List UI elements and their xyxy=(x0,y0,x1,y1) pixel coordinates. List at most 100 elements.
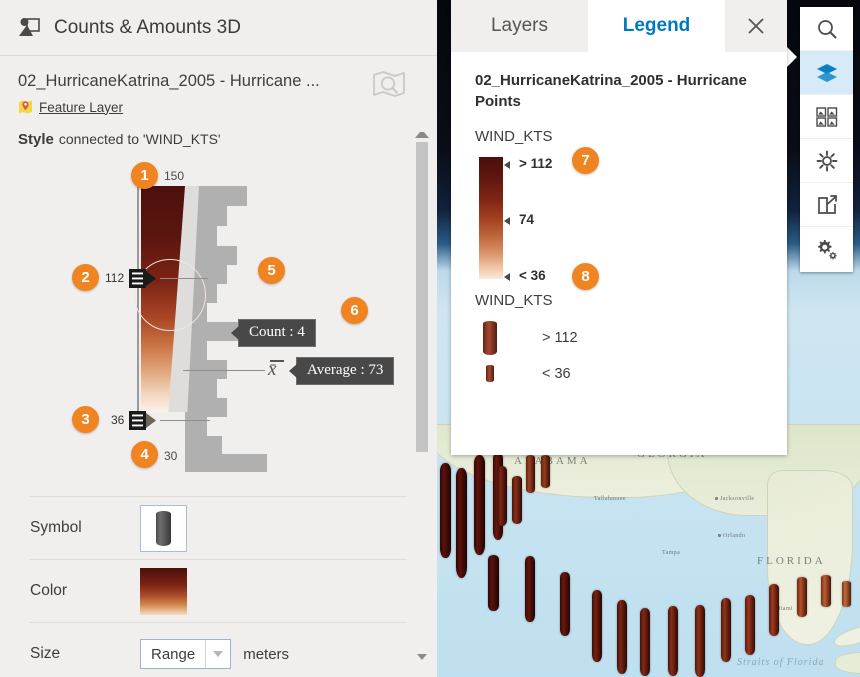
map-hurricane-cylinder[interactable] xyxy=(497,466,507,526)
scroll-up-arrow[interactable] xyxy=(415,124,429,138)
map-hurricane-cylinder[interactable] xyxy=(640,608,650,676)
map-hurricane-cylinder[interactable] xyxy=(525,556,535,622)
image-layer-icon xyxy=(19,18,40,36)
close-panel-button[interactable] xyxy=(725,0,787,52)
map-hurricane-cylinder[interactable] xyxy=(456,468,467,578)
histogram-bar xyxy=(185,436,222,454)
share-icon xyxy=(817,194,837,214)
map-landmass-cuba xyxy=(835,652,860,674)
size-mode-select[interactable]: Range xyxy=(140,639,232,669)
symbol-swatch-button[interactable] xyxy=(140,504,187,552)
map-hurricane-cylinder[interactable] xyxy=(560,572,570,636)
map-hurricane-cylinder[interactable] xyxy=(721,598,731,662)
style-label: Style xyxy=(18,131,54,148)
legend-size-label-large: > 112 xyxy=(542,330,578,346)
annotation-badge-6: 6 xyxy=(341,297,368,324)
map-hurricane-cylinder[interactable] xyxy=(745,595,755,655)
legend-size-label-small: < 36 xyxy=(542,365,571,382)
count-callout: Count : 4 xyxy=(231,319,316,347)
property-row-size: Size Range meters xyxy=(30,622,407,677)
feature-layer-row[interactable]: Feature Layer xyxy=(18,99,419,115)
search-icon xyxy=(817,19,836,38)
map-hurricane-cylinder[interactable] xyxy=(440,463,451,558)
search-tool-button[interactable] xyxy=(800,7,853,51)
annotation-badge-5: 5 xyxy=(258,257,285,284)
map-hurricane-cylinder[interactable] xyxy=(821,575,831,607)
layer-info-block: 02_HurricaneKatrina_2005 - Hurricane ...… xyxy=(0,56,437,115)
average-callout: Average : 73 xyxy=(288,357,395,385)
map-hurricane-cylinder[interactable] xyxy=(592,590,602,662)
legend-panel: Layers Legend 02_HurricaneKatrina_2005 -… xyxy=(451,0,787,455)
map-hurricane-cylinder[interactable] xyxy=(526,455,535,493)
legend-size-item-small: < 36 xyxy=(486,365,571,382)
panel-header: Counts & Amounts 3D xyxy=(0,0,437,56)
tab-legend[interactable]: Legend xyxy=(588,0,725,52)
legend-color-ramp-bar xyxy=(479,157,503,279)
axis-max-label: 150 xyxy=(164,169,185,183)
map-hurricane-cylinder[interactable] xyxy=(617,600,627,674)
legend-ramp-label-low: < 36 xyxy=(519,268,546,283)
map-hurricane-cylinder[interactable] xyxy=(668,606,678,676)
annotation-badge-1: 1 xyxy=(131,162,158,189)
property-row-symbol: Symbol xyxy=(30,496,407,559)
legend-color-ramp: > 112 74 < 36 7 8 xyxy=(475,147,763,290)
map-hurricane-cylinder[interactable] xyxy=(474,455,485,555)
annotation-badge-7: 7 xyxy=(572,147,599,174)
map-hurricane-cylinder[interactable] xyxy=(541,455,550,488)
histogram-slider[interactable]: 1 150 2 3 4 30 5 6 112 36 Count: 4 x̄ A… xyxy=(0,154,437,474)
share-tool-button[interactable] xyxy=(800,183,853,227)
property-row-color: Color xyxy=(30,559,407,622)
style-heading: Style connected to 'WIND_KTS' xyxy=(0,115,437,148)
scrollbar-thumb[interactable] xyxy=(416,142,428,452)
histogram-bar xyxy=(185,454,267,472)
annotation-badge-4: 4 xyxy=(131,441,158,468)
slider-leader-low xyxy=(160,420,210,421)
scroll-down-arrow[interactable] xyxy=(415,650,429,664)
zoom-to-layer-icon[interactable] xyxy=(371,68,407,101)
legend-ramp-label-mid: 74 xyxy=(519,212,535,227)
legend-ramp-tick xyxy=(504,273,510,281)
analysis-icon xyxy=(816,150,837,171)
panel-scrollbar[interactable] xyxy=(415,124,429,664)
legend-layer-title: 02_HurricaneKatrina_2005 - Hurricane Poi… xyxy=(475,72,747,110)
map-label-tampa: Tampa xyxy=(662,550,681,556)
panel-pointer-nub xyxy=(786,46,797,68)
right-toolbar xyxy=(800,7,853,272)
analysis-tool-button[interactable] xyxy=(800,139,853,183)
basemap-gallery-tool-button[interactable] xyxy=(800,95,853,139)
map-hurricane-cylinder[interactable] xyxy=(797,577,807,617)
map-hurricane-cylinder[interactable] xyxy=(695,605,705,677)
legend-ramp-label-high: > 112 xyxy=(519,156,553,171)
legend-size-symbols: > 112 < 36 xyxy=(475,317,763,422)
layer-title: 02_HurricaneKatrina_2005 - Hurricane ... xyxy=(18,72,320,90)
annotation-badge-8: 8 xyxy=(572,263,599,290)
size-label: Size xyxy=(30,645,61,662)
chevron-down-icon[interactable] xyxy=(205,640,230,668)
map-city-dot xyxy=(715,497,718,500)
size-units-label: meters xyxy=(243,645,290,663)
slider-thumb-high[interactable] xyxy=(129,269,157,288)
slider-value-high: 112 xyxy=(105,271,125,285)
legend-size-item-large: > 112 xyxy=(483,321,578,355)
basemap-gallery-icon xyxy=(815,106,837,127)
map-hurricane-cylinder[interactable] xyxy=(512,476,522,524)
color-ramp-swatch-button[interactable] xyxy=(140,567,187,615)
layers-tool-button[interactable] xyxy=(800,51,853,95)
settings-tool-button[interactable] xyxy=(800,227,853,271)
tab-layers[interactable]: Layers xyxy=(451,0,588,52)
layers-icon xyxy=(816,63,837,82)
map-hurricane-cylinder[interactable] xyxy=(769,584,779,636)
map-hurricane-cylinder[interactable] xyxy=(488,555,499,611)
slider-value-low: 36 xyxy=(111,413,125,427)
legend-body: 02_HurricaneKatrina_2005 - Hurricane Poi… xyxy=(451,52,787,422)
axis-min-label: 30 xyxy=(164,449,178,463)
slider-thumb-low[interactable] xyxy=(129,411,157,430)
map-label-orlando: Orlando xyxy=(723,533,746,539)
color-label: Color xyxy=(30,582,68,599)
style-connected-text: connected to 'WIND_KTS' xyxy=(58,131,221,147)
settings-icon xyxy=(817,240,837,260)
legend-size-field-label: WIND_KTS xyxy=(475,292,553,309)
feature-layer-link[interactable]: Feature Layer xyxy=(39,100,123,115)
map-hurricane-cylinder[interactable] xyxy=(842,581,851,607)
app-root: ALABAMA GEORGIA FLORIDA Gulf of Mexico S… xyxy=(0,0,860,677)
